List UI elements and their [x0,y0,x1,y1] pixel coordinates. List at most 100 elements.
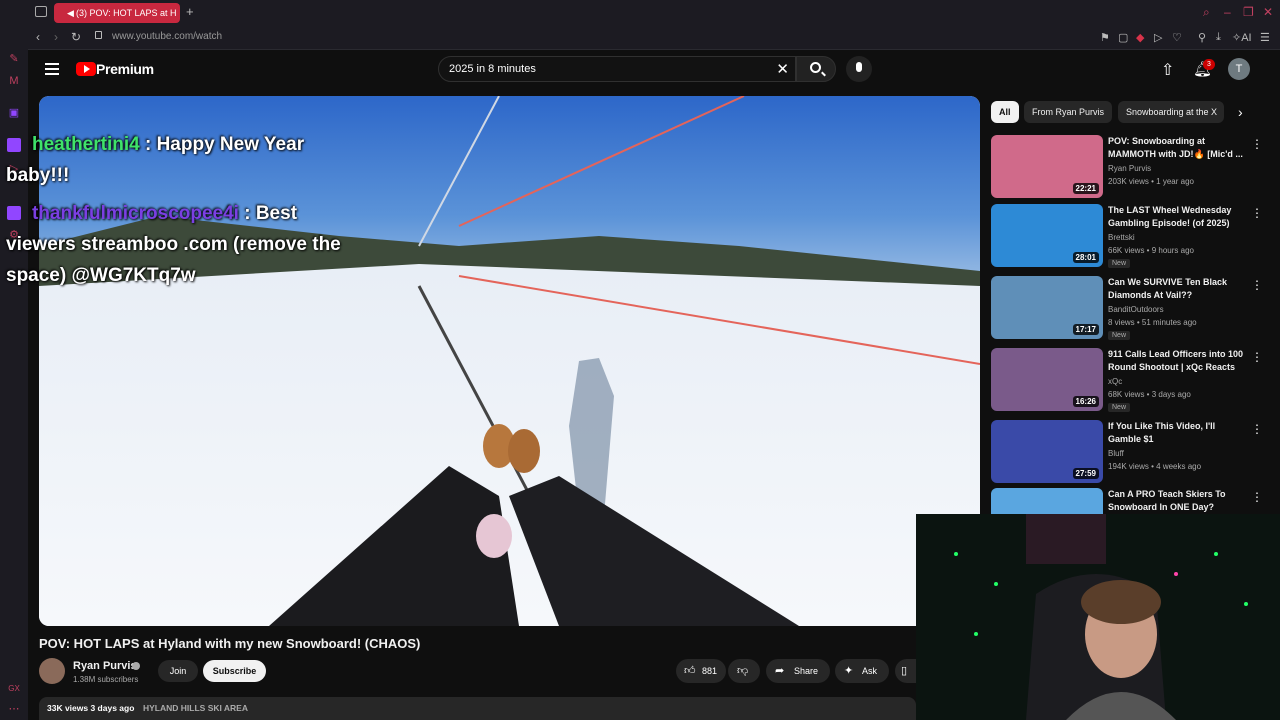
save-icon: ▯ [901,665,908,677]
chip-all[interactable]: All [991,101,1019,123]
recommendation-item[interactable]: 16:26 911 Calls Lead Officers into 100 R… [991,348,1266,412]
video-duration: 22:21 [1072,183,1099,194]
video-player[interactable] [39,96,980,626]
recommendation-item[interactable]: 27:59 If You Like This Video, I'll Gambl… [991,420,1266,484]
rec-meta: 8 views • 51 minutes ago [1108,318,1197,327]
bookmark-icon[interactable]: ⚑ [1100,31,1110,44]
video-thumbnail[interactable]: 16:26 [991,348,1103,411]
user-avatar[interactable]: T [1228,58,1250,80]
forward-icon[interactable]: › [54,30,58,44]
sidebar-more-icon[interactable]: ⋯ [7,702,21,716]
chip-snowboarding[interactable]: Snowboarding at the X [1118,101,1224,123]
adblock-icon[interactable]: ◆ [1136,31,1144,44]
clear-search-icon[interactable]: ✕ [776,60,789,78]
recommendation-item[interactable]: 17:17 Can We SURVIVE Ten Black Diamonds … [991,276,1266,340]
rec-title[interactable]: Can A PRO Teach Skiers To Snowboard In O… [1108,488,1248,514]
recommendation-item[interactable]: 22:21 POV: Snowboarding at MAMMOTH with … [991,135,1266,199]
ask-button[interactable]: ✦ Ask [835,659,889,683]
video-thumbnail[interactable]: 28:01 [991,204,1103,267]
create-upload-icon[interactable]: ⇧ [1161,60,1174,80]
rec-title[interactable]: If You Like This Video, I'll Gamble $1 [1108,420,1248,446]
search-button[interactable] [796,56,836,82]
player-icon[interactable]: ▷ [1154,31,1162,44]
rec-channel[interactable]: BanditOutdoors [1108,305,1164,314]
twitch-chat-icon [7,138,21,152]
video-thumbnail[interactable]: 17:17 [991,276,1103,339]
share-button[interactable]: ➦ Share [766,659,830,683]
reload-icon[interactable]: ↻ [71,30,81,44]
minimize-icon[interactable]: – [1224,5,1231,19]
youtube-logo-icon[interactable] [76,62,96,76]
chip-from-channel[interactable]: From Ryan Purvis [1024,101,1113,123]
rec-title[interactable]: The LAST Wheel Wednesday Gambling Episod… [1108,204,1248,230]
url-field[interactable]: www.youtube.com/watch [112,31,222,42]
video-thumbnail[interactable]: 27:59 [991,420,1103,483]
browser-sidebar: ✎ M ▣ ▣ ▷ ▣ ⚙ GX ⋯ [0,0,28,720]
menu-icon[interactable]: ☰ [1260,31,1270,44]
chat-text-1: : Happy New Year [139,134,305,155]
account-icon[interactable]: ⚲ [1198,31,1206,44]
speaker-icon[interactable]: ◀ [67,3,74,23]
like-count: 881 [702,666,718,676]
sidebar-gx-icon[interactable]: GX [7,682,21,696]
search-tabs-icon[interactable]: ⌕ [1203,5,1210,20]
description-box[interactable]: 33K views 3 days ago HYLAND HILLS SKI AR… [39,697,916,720]
location-tag[interactable]: HYLAND HILLS SKI AREA [143,703,248,713]
thumbs-down-icon: 👎︎ [737,665,749,677]
rec-meta: 203K views • 1 year ago [1108,177,1194,186]
rec-meta: 68K views • 3 days ago [1108,390,1191,399]
chat-user-2: thankfulmicroscopee4i [32,203,239,224]
rec-channel[interactable]: Bluff [1108,449,1124,458]
new-badge: New [1108,403,1131,412]
share-icon: ➦ [775,665,785,677]
video-title: POV: HOT LAPS at Hyland with my new Snow… [39,636,421,651]
snapshot-icon[interactable]: ▢ [1118,31,1128,44]
rec-meta: 66K views • 9 hours ago [1108,246,1194,255]
sidebar-messenger-icon[interactable]: M [7,74,21,88]
chips-next-icon[interactable]: › [1238,104,1243,120]
join-button[interactable]: Join [158,660,198,682]
download-icon[interactable]: ⤓ [1216,31,1221,44]
more-options-icon[interactable]: ⋮ [1251,422,1263,436]
search-value: 2025 in 8 minutes [449,63,536,75]
voice-search-button[interactable] [846,56,872,82]
video-duration: 28:01 [1072,252,1099,263]
recommendation-item[interactable]: 28:01 The LAST Wheel Wednesday Gambling … [991,204,1266,268]
chat-message-2: thankfulmicroscopee4i : Best [32,203,297,225]
more-options-icon[interactable]: ⋮ [1251,137,1263,151]
dislike-button[interactable]: 👎︎ [728,659,760,683]
tab-switcher-icon[interactable] [35,6,47,17]
video-thumbnail[interactable]: 22:21 [991,135,1103,198]
youtube-brand[interactable]: Premium [96,61,154,77]
more-options-icon[interactable]: ⋮ [1251,278,1263,292]
more-options-icon[interactable]: ⋮ [1251,350,1263,364]
chat-message-2-line-3: space) @WG7KTq7w [6,265,196,286]
rec-channel[interactable]: Brettski [1108,233,1135,242]
rec-title[interactable]: POV: Snowboarding at MAMMOTH with JD!🔥 [… [1108,135,1248,161]
back-icon[interactable]: ‹ [36,30,40,44]
subscribe-button[interactable]: Subscribe [203,660,266,682]
channel-name[interactable]: Ryan Purvis [73,660,137,672]
channel-avatar[interactable] [39,658,65,684]
close-window-icon[interactable]: ✕ [1263,5,1273,19]
more-options-icon[interactable]: ⋮ [1251,206,1263,220]
ai-icon[interactable]: ✧AI [1232,31,1252,44]
rec-channel[interactable]: xQc [1108,377,1122,386]
like-button[interactable]: 👍︎ 881 [676,659,726,683]
sidebar-twitch-icon[interactable]: ▣ [7,106,21,120]
ask-label: Ask [862,666,878,676]
lock-icon [95,31,102,39]
new-tab-button[interactable]: + [186,4,194,19]
rec-title[interactable]: 911 Calls Lead Officers into 100 Round S… [1108,348,1248,374]
views-and-date: 33K views 3 days ago [47,703,135,713]
save-button[interactable]: ▯ [895,659,916,683]
heart-icon[interactable]: ♡ [1172,31,1182,44]
search-input[interactable]: 2025 in 8 minutes ✕ [438,56,796,82]
maximize-icon[interactable]: ❐ [1243,5,1254,19]
guide-menu-icon[interactable] [45,63,59,75]
rec-title[interactable]: Can We SURVIVE Ten Black Diamonds At Vai… [1108,276,1248,302]
browser-tab-active[interactable]: ◀ (3) POV: HOT LAPS at H [54,3,180,23]
rec-channel[interactable]: Ryan Purvis [1108,164,1151,173]
sidebar-pin-icon[interactable]: ✎ [7,52,21,66]
more-options-icon[interactable]: ⋮ [1251,490,1263,504]
